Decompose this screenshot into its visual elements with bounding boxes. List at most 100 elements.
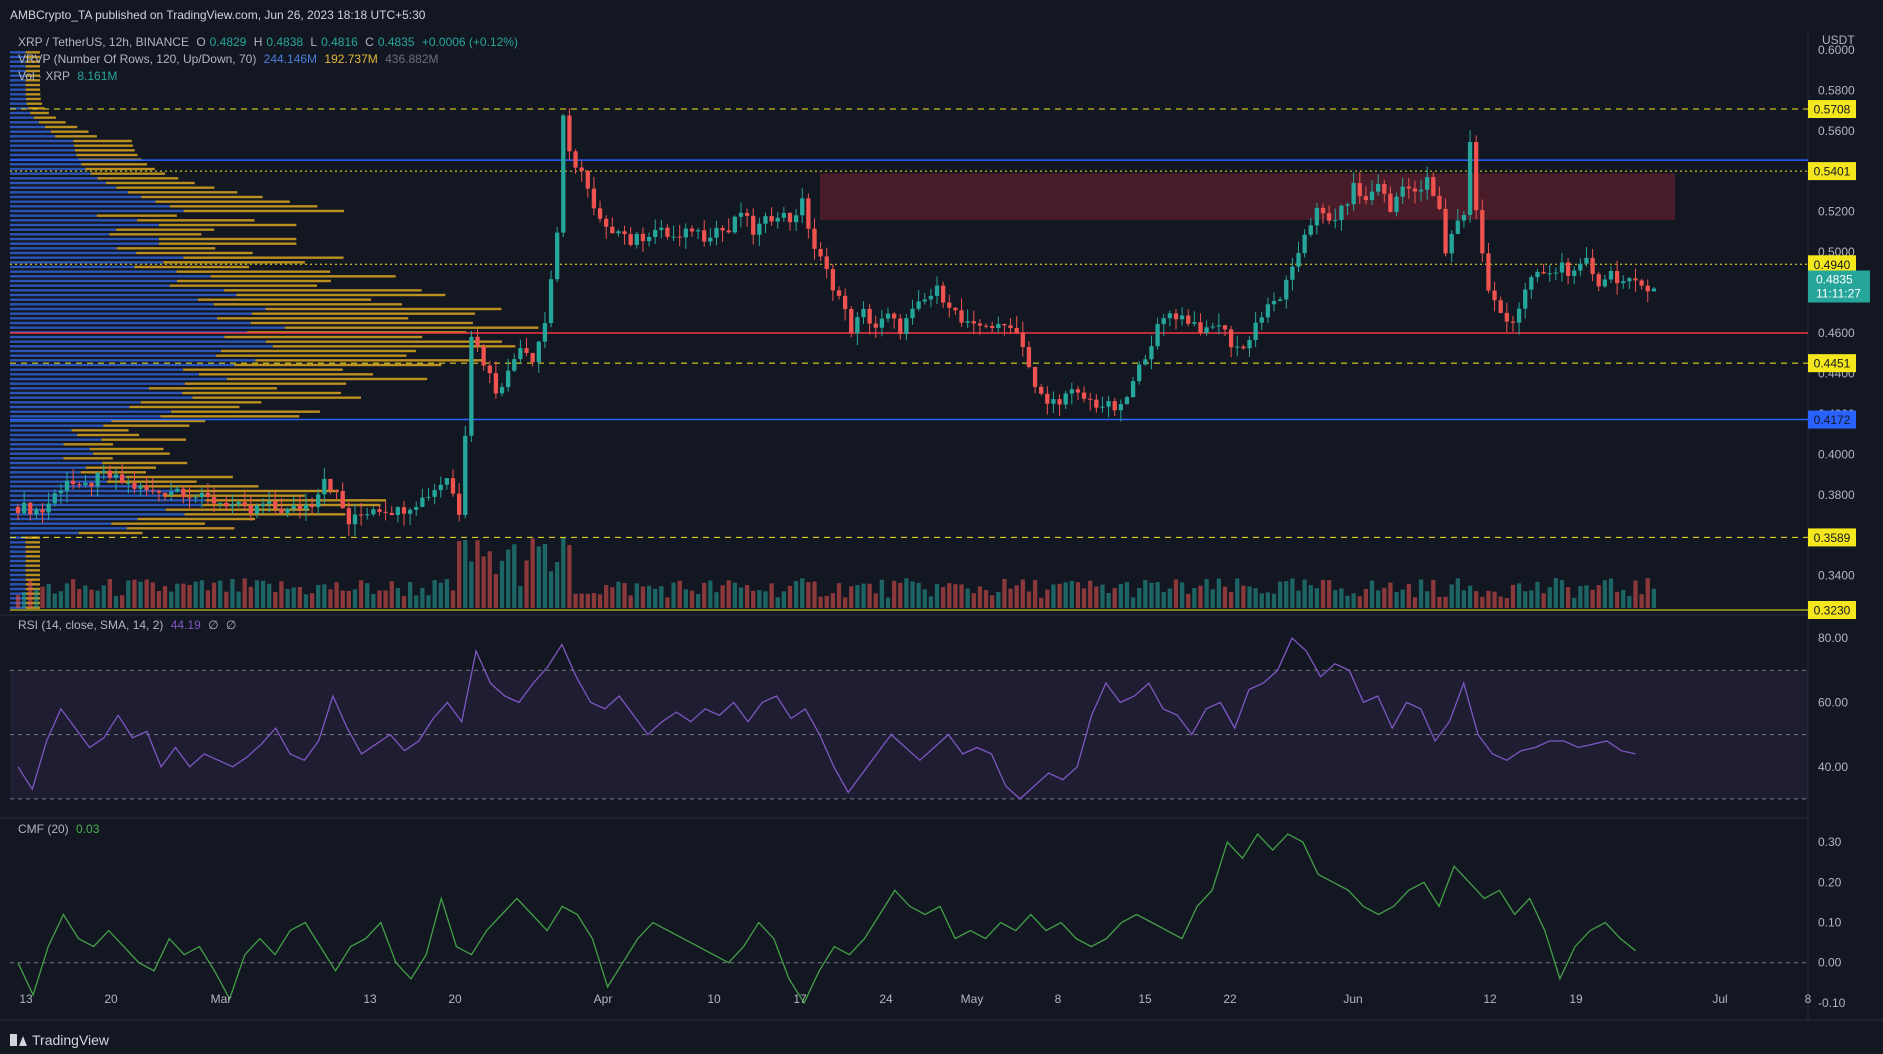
vp-row-up: [10, 237, 159, 241]
vp-row-up: [10, 293, 237, 297]
candle-body: [1572, 270, 1577, 276]
volume-bar: [162, 586, 168, 608]
candle-body: [1535, 271, 1540, 278]
time-tick: 22: [1223, 992, 1237, 1006]
rsi-label[interactable]: RSI (14, close, SMA, 14, 2): [18, 618, 163, 632]
vp-row-down: [224, 289, 422, 292]
volume-bar: [683, 589, 688, 608]
volume-bar: [800, 578, 805, 608]
vp-row-up: [10, 354, 217, 357]
volume-bar: [1351, 593, 1356, 608]
volume-bar: [1124, 582, 1130, 608]
volume-bar: [891, 580, 897, 608]
candle-body: [830, 269, 836, 291]
volume-bar: [1259, 593, 1264, 608]
candle-body: [1173, 313, 1179, 320]
time-tick: Apr: [594, 992, 613, 1006]
candle-body: [1253, 322, 1258, 341]
candle-body: [1026, 347, 1032, 367]
candle-body: [977, 323, 983, 326]
vp-row-up: [10, 457, 64, 460]
cmf-label[interactable]: CMF (20): [18, 822, 69, 836]
vp-row-down: [97, 177, 179, 180]
vp-row-down: [101, 438, 186, 441]
volume-bar: [1474, 591, 1479, 608]
cmf-legend[interactable]: CMF (20) 0.03: [18, 822, 103, 836]
volume-bar: [316, 584, 321, 608]
vp-row-up: [10, 522, 112, 525]
vp-row-up: [10, 471, 81, 474]
vrvp-label[interactable]: VRVP (Number Of Rows, 120, Up/Down, 70): [18, 52, 256, 66]
candle-body: [1100, 406, 1105, 408]
candle-body: [1455, 220, 1460, 234]
vp-row-up: [10, 499, 206, 502]
vp-row-down: [169, 205, 318, 208]
volume-bar: [555, 561, 560, 608]
volume-bar: [904, 578, 909, 608]
volume-bar: [873, 593, 878, 608]
vp-row-up: [10, 125, 45, 129]
candle-body: [1179, 315, 1185, 320]
vp-row-up: [10, 466, 86, 469]
volume-bar: [1431, 579, 1436, 608]
candle-body: [371, 509, 376, 515]
candle-body: [1161, 318, 1166, 325]
symbol-legend[interactable]: XRP / TetherUS, 12h, BINANCE O 0.4829 H 0.…: [18, 35, 522, 49]
tradingview-logo[interactable]: TradingView: [10, 1032, 109, 1048]
volume-bar: [959, 584, 964, 608]
volume-bar: [1143, 579, 1148, 608]
volume-bar: [322, 584, 327, 608]
vp-row-up: [10, 503, 203, 507]
symbol-title[interactable]: XRP / TetherUS, 12h, BINANCE: [18, 35, 189, 49]
candle-body: [1498, 300, 1503, 313]
volume-bar: [1596, 585, 1601, 608]
volume-bar: [1198, 585, 1203, 608]
volume-bar: [138, 581, 143, 608]
open-label: O: [196, 35, 206, 49]
candle-body: [1167, 313, 1172, 319]
candle-body: [322, 478, 327, 495]
candle-body: [726, 230, 731, 233]
candle-body: [1608, 270, 1614, 280]
volume-bar: [101, 585, 106, 608]
vp-row-up: [10, 345, 273, 348]
candle-body: [1112, 401, 1117, 411]
volume-bar: [1559, 580, 1565, 608]
candle-body: [1204, 327, 1209, 333]
candle-body: [113, 474, 119, 478]
candle-body: [732, 216, 737, 233]
candle-body: [622, 231, 627, 235]
volume-bar: [371, 594, 376, 608]
candle-body: [1008, 325, 1013, 329]
volume-bar: [340, 590, 345, 608]
candle-body: [273, 501, 278, 509]
vp-row-down: [217, 317, 409, 320]
vp-row-down: [236, 293, 446, 297]
candle-body: [267, 501, 272, 504]
candle-body: [800, 198, 805, 216]
candle-body: [947, 302, 952, 308]
low-label: L: [310, 35, 318, 49]
vp-row-down: [25, 573, 40, 577]
vp-row-down: [103, 424, 190, 427]
volume-bar: [126, 580, 131, 608]
candle-body: [555, 232, 560, 280]
volume-bar: [996, 591, 1001, 608]
candle-body: [934, 285, 940, 296]
candle-body: [536, 341, 541, 363]
volume-label[interactable]: Vol · XRP: [18, 69, 70, 83]
candle-body: [475, 336, 480, 347]
volume-bar: [144, 579, 149, 608]
volume-bar: [910, 581, 915, 608]
volume-legend[interactable]: Vol · XRP 8.161M: [18, 69, 121, 83]
volume-bar: [1192, 588, 1197, 608]
candle-body: [1553, 272, 1558, 274]
candle-body: [524, 348, 529, 353]
vp-row-down: [160, 415, 300, 418]
rsi-legend[interactable]: RSI (14, close, SMA, 14, 2) 44.19 ∅ ∅: [18, 618, 240, 632]
volume-bar: [518, 586, 523, 608]
volume-bar: [21, 591, 27, 608]
candle-body: [242, 502, 247, 506]
vrvp-legend[interactable]: VRVP (Number Of Rows, 120, Up/Down, 70) …: [18, 52, 442, 66]
candle-body: [879, 318, 885, 328]
